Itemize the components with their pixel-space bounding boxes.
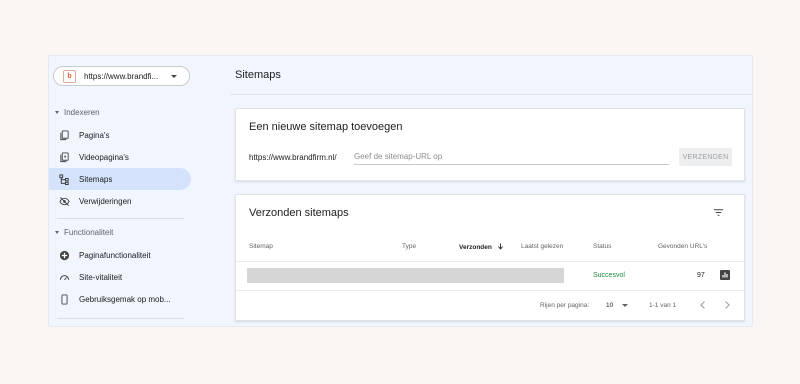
rows-per-page-select[interactable]: 10 xyxy=(606,302,613,309)
sidebar-item-label: Paginafunctionaliteit xyxy=(79,250,151,260)
divider xyxy=(236,261,744,262)
sidebar-item-mobile-usability[interactable]: Gebruiksgemak op mob... xyxy=(49,288,191,310)
section-label: Indexeren xyxy=(64,108,100,117)
divider xyxy=(236,290,744,291)
core-vitals-icon xyxy=(59,274,70,280)
sidebar-item-label: Pagina's xyxy=(79,130,110,140)
section-label: Functionaliteit xyxy=(64,228,114,237)
sidebar-item-label: Gebruiksgemak op mob... xyxy=(79,294,171,304)
status-badge: Succesvol xyxy=(593,272,625,279)
bar-chart-icon[interactable] xyxy=(720,270,730,280)
found-urls-count: 97 xyxy=(697,272,705,279)
filter-icon[interactable] xyxy=(713,207,724,218)
sidebar-item-video-pages[interactable]: Videopagina's xyxy=(49,146,191,168)
divider xyxy=(57,318,184,319)
sidebar-item-removals[interactable]: Verwijderingen xyxy=(49,190,191,212)
sidebar-item-label: Site-vitaliteit xyxy=(79,272,123,282)
page-title: Sitemaps xyxy=(235,69,281,81)
property-selector[interactable]: b https://www.brandfi... xyxy=(53,66,190,86)
section-indexeren[interactable]: Indexeren xyxy=(55,108,100,117)
video-pages-icon xyxy=(60,151,69,162)
card-title: Een nieuwe sitemap toevoegen xyxy=(249,121,403,133)
add-sitemap-card: Een nieuwe sitemap toevoegen https://www… xyxy=(235,108,745,181)
column-header-found-urls[interactable]: Gevonden URL's xyxy=(658,243,707,250)
sitemap-url-input[interactable] xyxy=(354,149,669,165)
sidebar: b https://www.brandfi... Indexeren Pagin… xyxy=(49,56,194,326)
sidebar-item-label: Verwijderingen xyxy=(79,196,132,206)
sidebar-item-label: Sitemaps xyxy=(79,174,113,184)
mobile-icon xyxy=(61,293,68,305)
chevron-right-icon[interactable] xyxy=(722,300,732,310)
collapse-icon xyxy=(55,111,59,114)
card-title: Verzonden sitemaps xyxy=(249,207,349,219)
sidebar-item-label: Videopagina's xyxy=(79,152,129,162)
divider xyxy=(57,218,184,219)
pagination-range: 1-1 van 1 xyxy=(649,302,677,309)
main-content: Sitemaps Een nieuwe sitemap toevoegen ht… xyxy=(194,56,752,326)
sitemap-icon xyxy=(59,173,69,185)
collapse-icon xyxy=(55,231,59,234)
column-header-status[interactable]: Status xyxy=(593,243,611,250)
property-url: https://www.brandfi... xyxy=(84,71,159,81)
column-header-label: Verzonden xyxy=(459,244,492,251)
column-header-sitemap[interactable]: Sitemap xyxy=(249,243,273,250)
removals-icon xyxy=(59,196,70,206)
sidebar-item-core-vitals[interactable]: Site-vitaliteit xyxy=(49,266,191,288)
sidebar-item-pages[interactable]: Pagina's xyxy=(49,124,191,146)
arrow-down-icon xyxy=(497,243,503,250)
page-experience-icon xyxy=(59,250,70,260)
pages-icon xyxy=(60,129,69,140)
sidebar-item-page-experience[interactable]: Paginafunctionaliteit xyxy=(49,244,191,266)
search-console-window: b https://www.brandfi... Indexeren Pagin… xyxy=(48,55,753,327)
column-header-last-read[interactable]: Laatst gelezen xyxy=(521,243,563,250)
column-header-submitted[interactable]: Verzonden xyxy=(459,243,504,251)
section-functionaliteit[interactable]: Functionaliteit xyxy=(55,228,113,237)
chevron-left-icon[interactable] xyxy=(698,300,708,310)
divider xyxy=(230,94,752,95)
rows-per-page-label: Rijen per pagina: xyxy=(540,302,590,309)
sidebar-item-sitemaps[interactable]: Sitemaps xyxy=(49,168,191,190)
chevron-down-icon[interactable] xyxy=(622,304,628,307)
submitted-sitemaps-card: Verzonden sitemaps Sitemap Type Verzonde… xyxy=(235,194,745,321)
chevron-down-icon xyxy=(171,74,177,78)
submit-button[interactable]: VERZENDEN xyxy=(679,148,732,166)
property-logo: b xyxy=(63,69,76,83)
redacted-sitemap-row[interactable] xyxy=(247,268,564,283)
column-header-type[interactable]: Type xyxy=(402,243,416,250)
url-prefix: https://www.brandfirm.nl/ xyxy=(249,153,337,162)
